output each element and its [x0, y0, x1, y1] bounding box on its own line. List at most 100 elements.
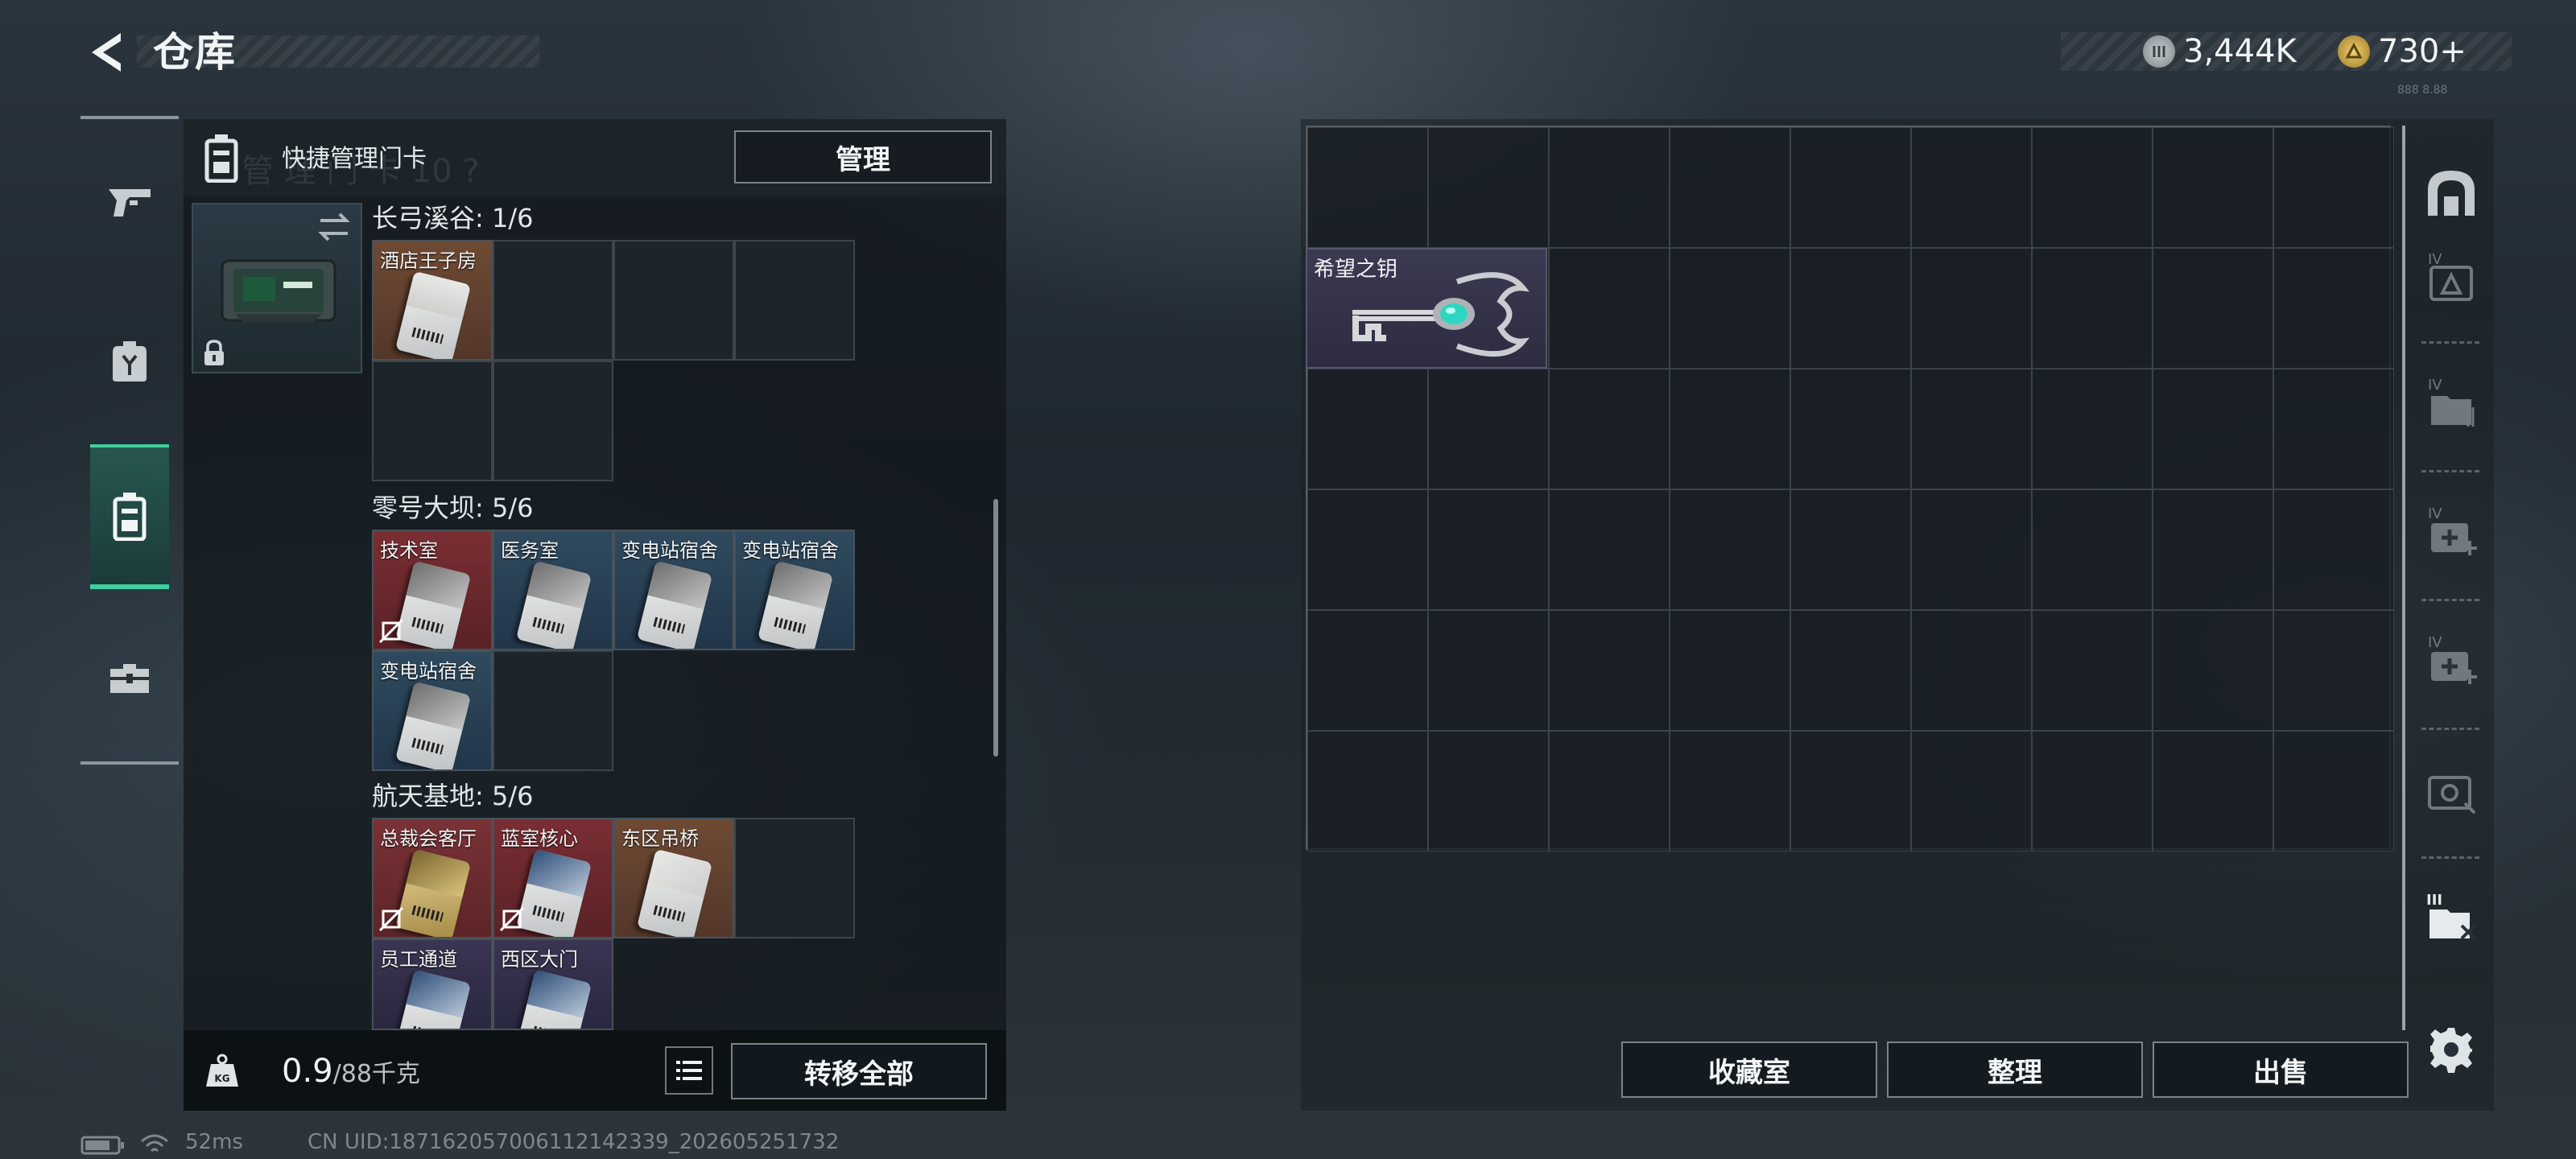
- stash-cell[interactable]: [1428, 127, 1549, 248]
- stash-cell[interactable]: [2153, 127, 2273, 248]
- keycard-slot[interactable]: 医务室: [493, 530, 613, 650]
- collection-room-button[interactable]: 收藏室: [1621, 1041, 1877, 1098]
- stash-cell[interactable]: [2273, 731, 2394, 852]
- stash-cell[interactable]: [1307, 731, 1428, 852]
- stash-cell[interactable]: [1790, 610, 1911, 731]
- keycard-slot[interactable]: 变电站宿舍: [613, 530, 734, 650]
- stash-grid[interactable]: [1306, 126, 2394, 852]
- container-slot-iv-2[interactable]: IV: [2415, 367, 2487, 439]
- stash-cell[interactable]: [2032, 127, 2153, 248]
- keycard-slot[interactable]: 变电站宿舍: [372, 650, 493, 771]
- stash-cell[interactable]: [2032, 489, 2153, 610]
- stash-cell[interactable]: [1790, 731, 1911, 852]
- stash-cell[interactable]: [1670, 610, 1790, 731]
- stash-cell[interactable]: [1670, 127, 1790, 248]
- stash-cell[interactable]: [1911, 127, 2032, 248]
- keycard-slot[interactable]: 变电站宿舍: [734, 530, 855, 650]
- stash-cell[interactable]: [2032, 610, 2153, 731]
- manage-button[interactable]: 管理: [734, 130, 992, 184]
- organize-button[interactable]: 整理: [1887, 1041, 2143, 1098]
- stash-cell[interactable]: [1911, 610, 2032, 731]
- keycard-slot[interactable]: 总裁会客厅: [372, 818, 493, 938]
- keycard-slot[interactable]: 酒店王子房: [372, 240, 493, 361]
- stash-cell[interactable]: [2273, 489, 2394, 610]
- settings-button[interactable]: [2415, 1013, 2487, 1085]
- tab-equipment[interactable]: [90, 288, 169, 433]
- container-slot-iv-3[interactable]: IV: [2415, 496, 2487, 568]
- stash-cell[interactable]: [1428, 731, 1549, 852]
- stash-cell[interactable]: [1911, 489, 2032, 610]
- stash-cell[interactable]: [1549, 127, 1670, 248]
- keycard-slot[interactable]: 东区吊桥: [613, 818, 734, 938]
- back-button[interactable]: [77, 24, 134, 80]
- stash-cell[interactable]: [1307, 610, 1428, 731]
- list-view-button[interactable]: [665, 1046, 713, 1095]
- keycard-slot[interactable]: 技术室: [372, 530, 493, 650]
- stash-cell[interactable]: [1307, 369, 1428, 489]
- stash-cell[interactable]: [1549, 731, 1670, 852]
- keycard-image: [394, 270, 472, 359]
- stash-cell[interactable]: [2273, 369, 2394, 489]
- stash-cell[interactable]: [1911, 369, 2032, 489]
- transfer-all-button[interactable]: 转移全部: [731, 1043, 987, 1099]
- side-separator: [2421, 856, 2479, 859]
- keycard-slot[interactable]: 蓝室核心: [493, 818, 613, 938]
- stash-cell[interactable]: [1670, 248, 1790, 369]
- stash-cell[interactable]: [1549, 610, 1670, 731]
- empty-slot[interactable]: [734, 818, 855, 938]
- stash-cell[interactable]: [2153, 248, 2273, 369]
- safehouse-button[interactable]: [2415, 158, 2487, 230]
- empty-slot[interactable]: [734, 240, 855, 361]
- stash-cell[interactable]: [1670, 731, 1790, 852]
- stash-cell[interactable]: [1670, 489, 1790, 610]
- stash-cell[interactable]: [1790, 248, 1911, 369]
- tab-toolbox[interactable]: [90, 605, 169, 750]
- stash-cell[interactable]: [1911, 248, 2032, 369]
- keycard-slot[interactable]: 员工通道: [372, 938, 493, 1030]
- toolbox-icon: [110, 664, 149, 693]
- stash-cell[interactable]: [1549, 489, 1670, 610]
- stash-cell[interactable]: [2153, 369, 2273, 489]
- stash-cell[interactable]: [2032, 248, 2153, 369]
- hope-key-item[interactable]: 希望之钥: [1306, 248, 1547, 369]
- stash-scroll-track[interactable]: [2402, 126, 2405, 1030]
- tab-keycards[interactable]: [90, 444, 169, 589]
- empty-slot[interactable]: [493, 240, 613, 361]
- stash-cell[interactable]: [2153, 610, 2273, 731]
- empty-slot[interactable]: [613, 240, 734, 361]
- container-slot-iv-1[interactable]: IV: [2415, 241, 2487, 314]
- stash-cell[interactable]: [1790, 489, 1911, 610]
- container-slot-iv-4[interactable]: IV: [2415, 625, 2487, 697]
- empty-slot[interactable]: [372, 361, 493, 481]
- keycard-list-scrollbar[interactable]: [993, 499, 998, 757]
- stash-cell[interactable]: [2153, 489, 2273, 610]
- keycard-image: [394, 560, 472, 649]
- container-slot-5[interactable]: [2415, 753, 2487, 826]
- stash-cell[interactable]: [1549, 248, 1670, 369]
- container-slot-iii[interactable]: III: [2415, 882, 2487, 955]
- stash-cell[interactable]: [1549, 369, 1670, 489]
- stash-cell[interactable]: [2153, 731, 2273, 852]
- stash-cell[interactable]: [1670, 369, 1790, 489]
- stash-cell[interactable]: [1428, 369, 1549, 489]
- swap-icon[interactable]: [316, 211, 353, 243]
- stash-cell[interactable]: [1428, 489, 1549, 610]
- stash-cell[interactable]: [2032, 731, 2153, 852]
- stash-cell[interactable]: [1307, 489, 1428, 610]
- empty-slot[interactable]: [493, 650, 613, 771]
- empty-slot[interactable]: [493, 361, 613, 481]
- gold-currency[interactable]: 730+: [2338, 32, 2467, 71]
- stash-cell[interactable]: [1790, 369, 1911, 489]
- stash-cell[interactable]: [1428, 610, 1549, 731]
- stash-cell[interactable]: [1307, 127, 1428, 248]
- silver-currency[interactable]: 3,444K: [2143, 32, 2297, 71]
- sell-button[interactable]: 出售: [2153, 1041, 2409, 1098]
- keycard-slot[interactable]: 西区大门: [493, 938, 613, 1030]
- stash-cell[interactable]: [1790, 127, 1911, 248]
- stash-cell[interactable]: [2273, 248, 2394, 369]
- tab-weapons[interactable]: [90, 130, 169, 275]
- stash-cell[interactable]: [2032, 369, 2153, 489]
- stash-cell[interactable]: [2273, 127, 2394, 248]
- stash-cell[interactable]: [1911, 731, 2032, 852]
- stash-cell[interactable]: [2273, 610, 2394, 731]
